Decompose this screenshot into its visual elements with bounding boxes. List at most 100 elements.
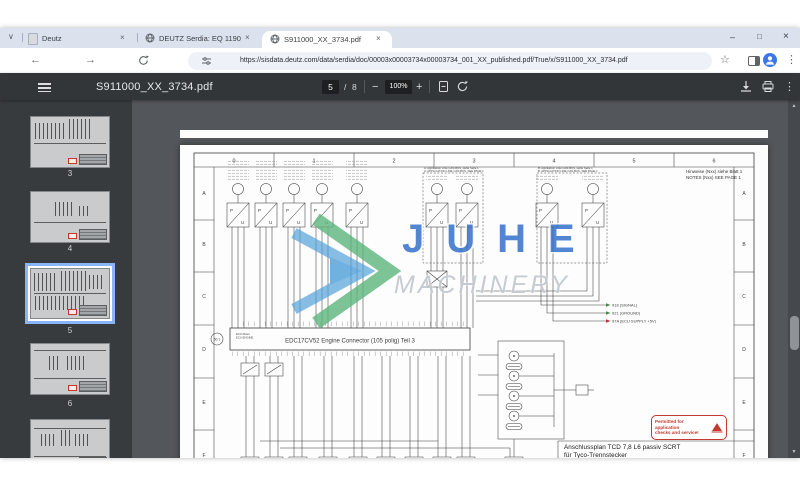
globe-icon (145, 33, 155, 43)
print-button[interactable] (761, 80, 775, 93)
browser-window: ∨ Deutz × DEUTZ Serdia: EQ 11905285 × S9… (0, 28, 800, 458)
reload-button[interactable] (138, 55, 149, 66)
thumbnail-page-4[interactable] (30, 191, 110, 243)
title-de-2: für Tyco-Trennstecker (564, 452, 698, 458)
scroll-down-icon[interactable]: ▼ (788, 449, 800, 455)
column-label: 5 (632, 159, 635, 165)
thumbnail-page-6[interactable] (30, 343, 110, 395)
thumbnail-art (31, 420, 109, 458)
svg-text:P: P (539, 208, 542, 213)
tab-divider (137, 33, 138, 42)
pdf-filename: S911000_XX_3734.pdf (96, 81, 213, 93)
tab-deutz[interactable]: Deutz × (24, 28, 134, 48)
thumbnail-page-label: 6 (30, 399, 110, 408)
bookmark-star-button[interactable]: ☆ (720, 54, 730, 66)
forward-button[interactable]: → (85, 54, 96, 66)
column-label: 0 (232, 159, 235, 165)
ecu-connector-label: EDC17CV52 Engine Connector (105 polig) T… (285, 339, 415, 345)
wire-label: 97A (ECU SUPPLY +5V) (612, 319, 657, 324)
row-label: F (742, 453, 745, 458)
tab-close-icon[interactable]: × (120, 34, 125, 42)
stamp-text: Permitted for application checks and ser… (655, 419, 709, 436)
page-notes: Hinweise (Nxx) siehe Blatt 1 NOTES (Nxx)… (686, 169, 742, 181)
wiring-diagram: 0 1 2 3 4 5 6 A B C D E F A B (180, 145, 768, 458)
tab-strip: ∨ Deutz × DEUTZ Serdia: EQ 11905285 × S9… (0, 28, 800, 48)
pdf-page: 0 1 2 3 4 5 6 A B C D E F A B (180, 145, 768, 458)
svg-text:P: P (230, 208, 233, 213)
rotate-button[interactable] (456, 80, 469, 93)
connector-symbols (241, 457, 523, 458)
tab-close-icon[interactable]: × (376, 35, 381, 43)
thumbnail-page-label: 4 (30, 244, 110, 253)
wire-label: 921 (GROUND) (612, 311, 641, 316)
window-maximize-button[interactable]: □ (757, 32, 762, 42)
previous-page-edge (180, 130, 768, 138)
thumbnail-sidebar: 3 4 (0, 100, 132, 458)
column-label: 2 (392, 159, 395, 165)
window-close-button[interactable]: × (783, 32, 789, 42)
title-de-1: Anschlussplan TCD 7,8 L6 passiv SCRT (564, 444, 698, 452)
tab-divider (22, 33, 23, 42)
browser-menu-button[interactable]: ⋮ (786, 54, 797, 66)
column-label: 1 (312, 159, 315, 165)
watermark-text-line1: JUHE (402, 217, 597, 262)
toolbar-divider (364, 80, 365, 93)
screenshot-root: ∨ Deutz × DEUTZ Serdia: EQ 11905285 × S9… (0, 0, 800, 485)
zoom-level-input[interactable]: 100% (385, 80, 412, 94)
column-label: 4 (552, 159, 555, 165)
tab-serdia[interactable]: DEUTZ Serdia: EQ 11905285 × (140, 28, 258, 48)
globe-icon (270, 34, 280, 44)
tab-title: DEUTZ Serdia: EQ 11905285 (159, 34, 241, 43)
row-label: E (202, 400, 206, 406)
region-b-note: B: APPLICATION LINE CAN-BUS, SEE PAGE 1 (538, 169, 598, 173)
stamp-logo-icon (711, 422, 723, 433)
fit-page-button[interactable] (437, 80, 450, 93)
tab-search-chevron-icon[interactable]: ∨ (8, 31, 14, 43)
thumbnail-page-3[interactable] (30, 116, 110, 168)
side-panel-button[interactable] (748, 56, 760, 66)
pdf-menu-button[interactable] (38, 81, 51, 95)
column-label: 3 (472, 159, 475, 165)
heater-circuit (478, 341, 594, 457)
pdf-menu-more-button[interactable]: ⋮ (784, 81, 795, 93)
thumbnail-page-7[interactable] (30, 419, 110, 458)
row-label: A (742, 191, 746, 197)
thumbnail-art (30, 268, 110, 319)
wire-label: 918 (SIGNAL) (612, 303, 638, 308)
thumbnail-page-5-selected[interactable] (25, 263, 115, 324)
back-button[interactable]: ← (30, 54, 41, 66)
thumbnail-art (31, 192, 109, 242)
row-label: B (202, 242, 206, 248)
site-settings-icon[interactable] (202, 57, 211, 65)
page-total: 8 (352, 81, 357, 93)
tab-title: S911000_XX_3734.pdf (284, 35, 372, 44)
scroll-up-icon[interactable]: ▲ (788, 103, 800, 109)
toolbar-divider (429, 80, 430, 93)
thumbnail-page-label: 3 (30, 169, 110, 178)
svg-text:P: P (429, 208, 432, 213)
tab-close-icon[interactable]: × (245, 34, 250, 42)
scrollbar-thumb[interactable] (790, 316, 799, 350)
region-a-note: A: APPLICATION LINE CAN-BUS, SEE PAGE 1 (424, 169, 484, 173)
zoom-out-button[interactable]: − (372, 81, 378, 93)
tab-pdf-active[interactable]: S911000_XX_3734.pdf × (262, 31, 392, 48)
ecu-side-label: ECU ENGINE (236, 336, 254, 340)
note-en: NOTES (Nxx) SEE PAGE 1 (686, 175, 742, 181)
vertical-scrollbar[interactable]: ▲ ▼ (788, 100, 800, 458)
address-bar[interactable]: https://sisdata.deutz.com/data/serdia/do… (188, 52, 712, 70)
page-number-input[interactable]: 5 (322, 80, 339, 94)
tab-title: Deutz (42, 34, 120, 43)
row-label: A (202, 191, 206, 197)
window-minimize-button[interactable]: – (730, 32, 735, 42)
row-label: E (742, 400, 746, 406)
row-label: C (742, 294, 746, 300)
row-label: F (202, 453, 205, 458)
url-text[interactable]: https://sisdata.deutz.com/data/serdia/do… (240, 56, 702, 66)
watermark-text-line2: MACHINERY (394, 271, 570, 300)
zoom-in-button[interactable]: + (416, 81, 422, 93)
svg-text:U: U (241, 220, 244, 225)
svg-text:P: P (258, 208, 261, 213)
download-button[interactable] (739, 80, 753, 93)
watermark-logo (278, 211, 410, 331)
profile-avatar[interactable] (763, 53, 777, 67)
